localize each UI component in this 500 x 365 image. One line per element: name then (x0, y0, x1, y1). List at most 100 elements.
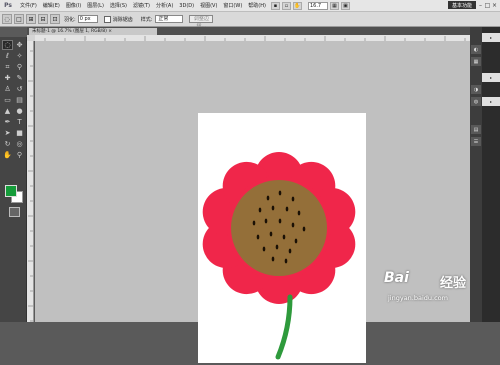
watermark-logo: Bai (384, 270, 409, 286)
path-select-icon[interactable]: ➤ (2, 128, 13, 138)
healing-brush-icon[interactable]: ✚ (2, 73, 13, 83)
magic-wand-tool-icon[interactable]: ✧ (14, 51, 25, 61)
flower-stem (275, 294, 293, 360)
document-canvas[interactable] (198, 113, 366, 363)
bridge-icon[interactable]: ▪ (270, 1, 280, 10)
swatches-panel-icon[interactable]: ▦ (471, 57, 481, 66)
refine-edge-button[interactable]: 调整边缘... (189, 15, 214, 29)
antialias-checkbox[interactable] (103, 15, 111, 23)
seed (271, 256, 275, 262)
seed (285, 206, 289, 212)
seed (294, 238, 298, 244)
color-panel-icon[interactable]: ◐ (471, 45, 481, 54)
3d-rotate-icon[interactable]: ↻ (2, 139, 13, 149)
panel-dock-tab-3[interactable]: ▸ (482, 97, 500, 106)
vertical-ruler[interactable] (27, 41, 34, 322)
seed (291, 222, 295, 228)
feather-input[interactable]: 0 px (77, 15, 98, 23)
new-selection-icon[interactable]: □ (14, 14, 24, 24)
seed (297, 210, 301, 216)
seed (282, 234, 286, 240)
mini-bridge-icon[interactable]: ▫ (281, 1, 291, 10)
menu-help[interactable]: 帮助(H) (245, 2, 269, 9)
photoshop-logo: Ps (4, 2, 12, 9)
shape-tool-icon[interactable]: ■ (14, 128, 25, 138)
eraser-tool-icon[interactable]: ▭ (2, 95, 13, 105)
history-brush-icon[interactable]: ↺ (14, 84, 25, 94)
layers-panel-icon[interactable]: ▤ (471, 125, 481, 134)
arrange-documents-icon[interactable]: ▦ (329, 1, 339, 10)
menu-image[interactable]: 图像(I) (63, 2, 84, 9)
menu-bar: Ps 文件(F) 编辑(E) 图像(I) 图层(L) 选择(S) 滤镜(T) 分… (0, 0, 500, 12)
flower-artwork (202, 152, 356, 360)
crop-tool-icon[interactable]: ⌗ (2, 62, 13, 72)
document-tab[interactable]: 未标题-1 @ 16.7% (图层 1, RGB/8) × (29, 28, 157, 35)
screen-mode-icon[interactable]: ▣ (340, 1, 350, 10)
type-tool-icon[interactable]: T (14, 117, 25, 127)
add-selection-icon[interactable]: ⊞ (26, 14, 36, 24)
3d-orbit-icon[interactable]: ◎ (14, 139, 25, 149)
menu-edit[interactable]: 编辑(E) (40, 2, 63, 9)
dodge-tool-icon[interactable]: ● (14, 106, 25, 116)
baidu-jingyan-watermark: Bai 经验 jingyan.baidu.com (384, 270, 496, 320)
blur-tool-icon[interactable]: ▲ (2, 106, 13, 116)
minimize-button[interactable]: – (477, 1, 484, 9)
masks-panel-icon[interactable]: ◍ (471, 97, 481, 106)
hand-tool-icon[interactable]: ✋ (2, 150, 13, 160)
maximize-button[interactable]: □ (484, 1, 491, 9)
hand-view-icon[interactable]: ✋ (292, 1, 302, 10)
menu-window[interactable]: 窗口(W) (220, 2, 245, 9)
menu-filter[interactable]: 滤镜(T) (130, 2, 153, 9)
watermark-site: jingyan.baidu.com (388, 294, 448, 302)
channels-panel-icon[interactable]: ☰ (471, 137, 481, 146)
seed (252, 220, 256, 226)
zoom-tool-icon[interactable]: ⚲ (14, 150, 25, 160)
seed (264, 218, 268, 224)
menu-layer[interactable]: 图层(L) (84, 2, 107, 9)
seed (256, 234, 260, 240)
options-bar: ◌ □ ⊞ ⊟ ⊡ 羽化: 0 px 消除锯齿 样式: 正常 调整边缘... (0, 12, 500, 29)
move-tool-icon[interactable]: ✥ (14, 40, 25, 50)
eyedropper-tool-icon[interactable]: ⚲ (14, 62, 25, 72)
clone-stamp-icon[interactable]: ♙ (2, 84, 13, 94)
menu-3d[interactable]: 3D(D) (176, 3, 197, 9)
gradient-tool-icon[interactable]: ▤ (14, 95, 25, 105)
close-button[interactable]: × (491, 1, 498, 9)
foreground-color-swatch[interactable] (5, 185, 17, 197)
document-tab-title: 未标题-1 @ 16.7% (图层 1, RGB/8) × (32, 29, 113, 34)
seed (275, 244, 279, 250)
intersect-selection-icon[interactable]: ⊡ (50, 14, 60, 24)
seed (278, 218, 282, 224)
feather-label: 羽化: (64, 16, 76, 23)
seed (269, 231, 273, 237)
seed (284, 258, 288, 264)
zoom-level-select[interactable]: 16.7 (307, 1, 328, 10)
seed (266, 195, 270, 201)
seed (291, 196, 295, 202)
lasso-tool-icon[interactable]: ℓ (2, 51, 13, 61)
adjustments-panel-icon[interactable]: ◑ (471, 85, 481, 94)
antialias-label: 消除锯齿 (112, 16, 133, 23)
panel-dock-tab-1[interactable]: ▸ (482, 33, 500, 42)
workspace-switcher[interactable]: 基本功能 (448, 1, 476, 9)
seed (271, 205, 275, 211)
toolbox: ◌ ✥ ℓ ✧ ⌗ ⚲ ✚ ✎ ♙ ↺ ▭ ▤ ▲ ● ✒ T ➤ ■ ↻ ◎ … (0, 37, 27, 322)
style-select[interactable]: 正常 (155, 15, 184, 23)
seed (262, 246, 266, 252)
marquee-tool-icon[interactable]: ◌ (2, 40, 13, 50)
pen-tool-icon[interactable]: ✒ (2, 117, 13, 127)
watermark-suffix: 经验 (440, 276, 467, 291)
seed (288, 248, 292, 254)
document-tab-bar: 未标题-1 @ 16.7% (图层 1, RGB/8) × (27, 27, 470, 35)
menu-select[interactable]: 选择(S) (107, 2, 130, 9)
panel-dock-tab-2[interactable]: ▸ (482, 73, 500, 82)
seed (278, 190, 282, 196)
menu-view[interactable]: 视图(V) (197, 2, 220, 9)
brush-tool-icon[interactable]: ✎ (14, 73, 25, 83)
marquee-tool-preset-icon[interactable]: ◌ (2, 14, 12, 24)
quick-mask-icon[interactable] (9, 207, 20, 217)
menu-analysis[interactable]: 分析(A) (153, 2, 176, 9)
menu-file[interactable]: 文件(F) (17, 2, 40, 9)
subtract-selection-icon[interactable]: ⊟ (38, 14, 48, 24)
seed (258, 207, 262, 213)
